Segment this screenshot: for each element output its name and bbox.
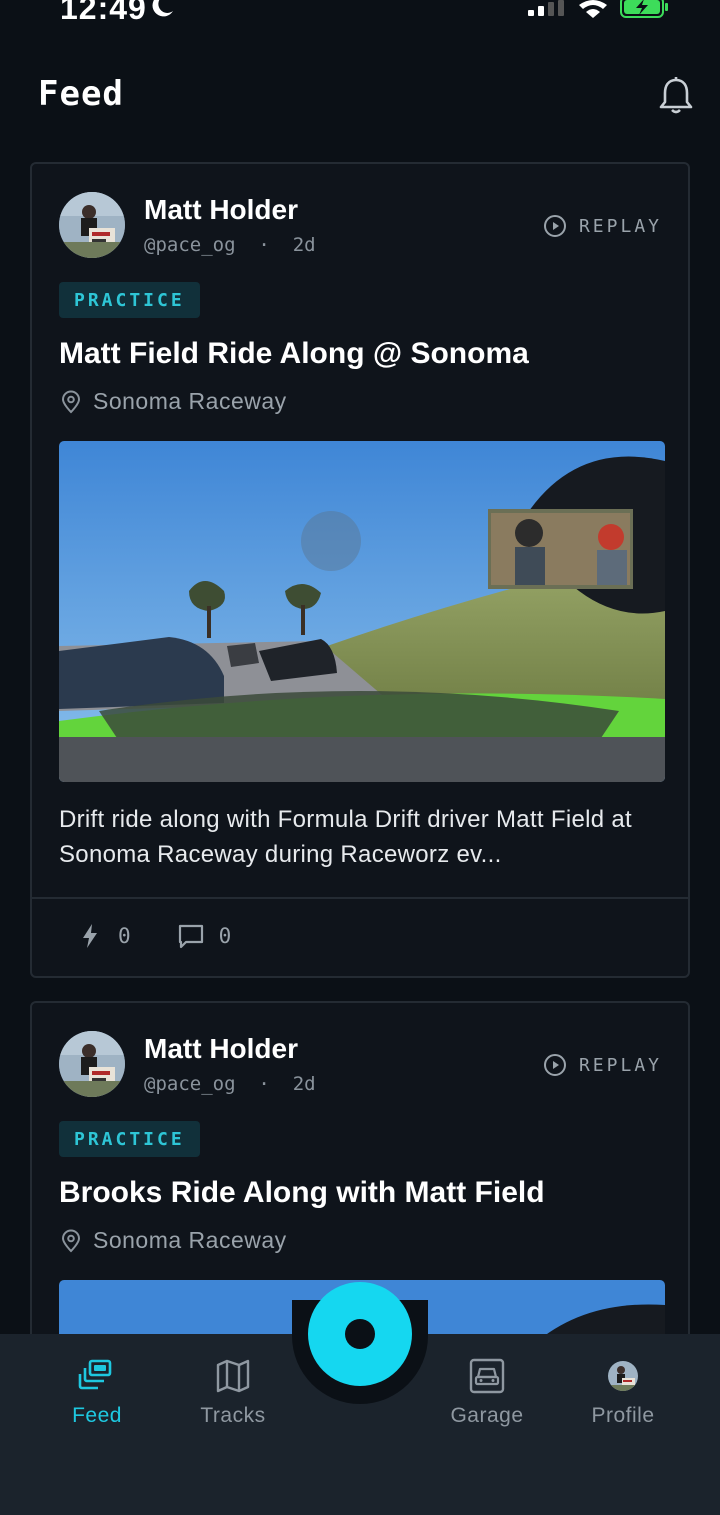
feed-post-card[interactable]: Matt Holder @pace_og · 2d REPLAY PRACTIC… [30, 162, 690, 978]
record-icon [345, 1319, 375, 1349]
replay-button[interactable]: REPLAY [543, 214, 662, 238]
nav-label-feed: Feed [72, 1404, 122, 1427]
page-title: Feed [38, 74, 124, 114]
bell-icon[interactable] [656, 76, 696, 116]
location-pin-icon [61, 390, 81, 413]
comment-count: 0 [218, 924, 232, 948]
replay-button[interactable]: REPLAY [543, 1053, 662, 1077]
comment-icon [178, 924, 203, 949]
replay-label: REPLAY [578, 1054, 662, 1076]
author-meta: @pace_og · 2d [144, 234, 316, 256]
replay-label: REPLAY [578, 215, 662, 237]
badge-label: PRACTICE [74, 289, 185, 311]
post-age: 2d [292, 234, 316, 256]
play-circle-icon [543, 215, 566, 237]
nav-label-profile: Profile [591, 1404, 655, 1427]
profile-avatar-container [603, 1356, 643, 1396]
location-name: Sonoma Raceway [93, 1227, 287, 1253]
post-location[interactable]: Sonoma Raceway [59, 1227, 287, 1254]
profile-avatar [608, 1361, 638, 1391]
card-divider [32, 897, 688, 899]
comment-button[interactable]: 0 [177, 922, 232, 950]
status-time: 12:49 [60, 0, 147, 26]
post-stats: 0 0 [76, 922, 277, 950]
garage-icon [469, 1358, 505, 1394]
author-handle: @pace_og [144, 234, 236, 256]
moon-icon [152, 0, 173, 17]
badge-label: PRACTICE [74, 1128, 185, 1150]
record-button[interactable] [308, 1282, 412, 1386]
nav-item-garage[interactable]: Garage [422, 1356, 552, 1428]
author-name[interactable]: Matt Holder [144, 194, 298, 226]
nav-label-garage: Garage [450, 1404, 524, 1427]
post-title[interactable]: Matt Field Ride Along @ Sonoma [59, 337, 529, 371]
location-pin-icon [61, 1229, 81, 1252]
video-thumbnail[interactable] [59, 441, 665, 782]
nav-item-feed[interactable]: Feed [32, 1356, 162, 1428]
battery-icon [620, 0, 668, 18]
post-description[interactable]: Drift ride along with Formula Drift driv… [59, 802, 665, 872]
nav-item-profile[interactable]: Profile [558, 1356, 688, 1428]
author-avatar[interactable] [59, 1031, 125, 1097]
nav-item-tracks[interactable]: Tracks [168, 1356, 298, 1428]
session-type-badge: PRACTICE [59, 1121, 200, 1157]
author-handle: @pace_og [144, 1073, 236, 1095]
session-type-badge: PRACTICE [59, 282, 200, 318]
signal-icon [528, 0, 564, 16]
author-meta: @pace_og · 2d [144, 1073, 316, 1095]
status-bar: 12:49 [0, 0, 720, 30]
wifi-icon [579, 0, 607, 18]
lightning-icon [83, 924, 97, 948]
like-count: 0 [118, 924, 131, 948]
map-icon [216, 1359, 250, 1393]
post-title[interactable]: Brooks Ride Along with Matt Field [59, 1176, 545, 1210]
post-age: 2d [292, 1073, 316, 1095]
location-name: Sonoma Raceway [93, 388, 287, 414]
play-circle-icon [543, 1054, 566, 1076]
nav-label-tracks: Tracks [200, 1404, 266, 1427]
feed-icon [78, 1359, 112, 1390]
author-name[interactable]: Matt Holder [144, 1033, 298, 1065]
post-location[interactable]: Sonoma Raceway [59, 388, 287, 415]
author-avatar[interactable] [59, 192, 125, 258]
like-button[interactable]: 0 [76, 922, 131, 950]
